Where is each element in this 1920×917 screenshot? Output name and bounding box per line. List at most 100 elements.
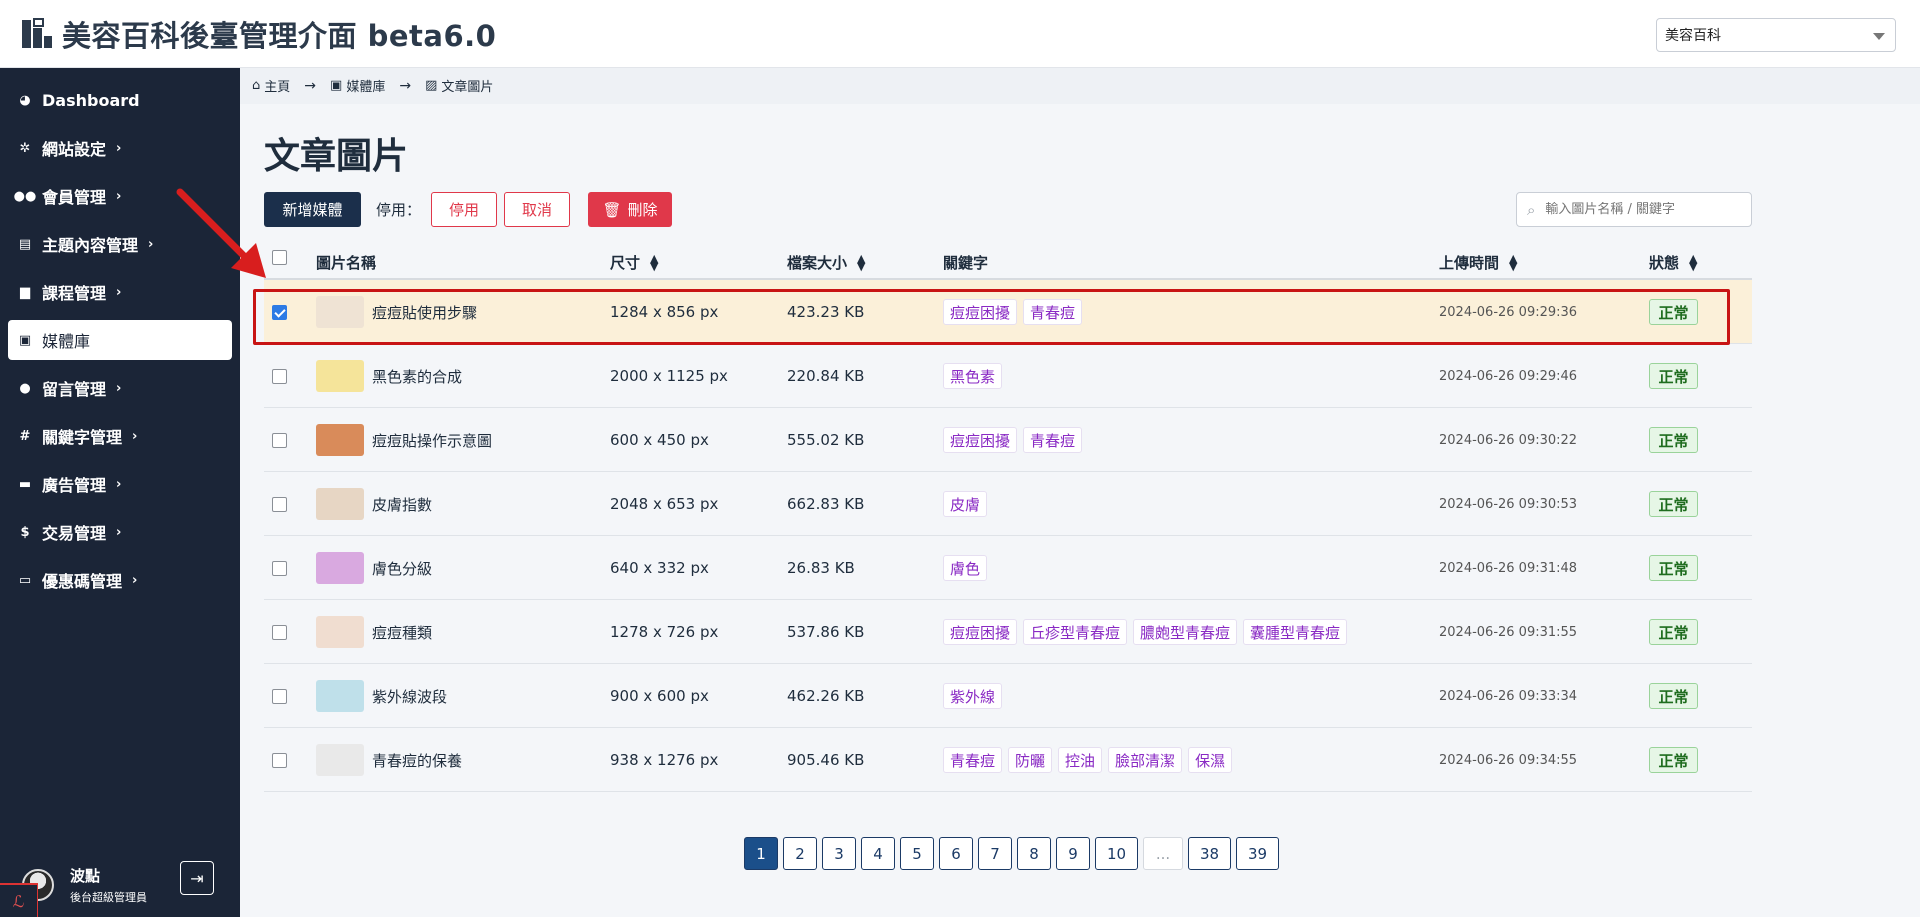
- row-checkbox[interactable]: [272, 472, 287, 536]
- checkbox[interactable]: [272, 368, 287, 384]
- sidebar-item-keywords[interactable]: # 關鍵字管理 ›: [8, 416, 232, 456]
- page-button[interactable]: 7: [978, 837, 1012, 870]
- checkbox[interactable]: [272, 560, 287, 576]
- page-button[interactable]: 3: [822, 837, 856, 870]
- status-badge[interactable]: 正常: [1649, 683, 1698, 709]
- keyword-tag[interactable]: 臉部清潔: [1108, 747, 1183, 773]
- row-checkbox[interactable]: [272, 280, 287, 344]
- keyword-tag[interactable]: 黑色素: [943, 363, 1003, 389]
- checkbox[interactable]: [272, 688, 287, 704]
- table-row[interactable]: 膚色分級 640 x 332 px 26.83 KB 膚色 2024-06-26…: [264, 536, 1752, 600]
- checkbox[interactable]: [272, 496, 287, 512]
- search-input[interactable]: [1545, 202, 1736, 217]
- breadcrumb-home[interactable]: ⌂ 主頁: [252, 76, 290, 95]
- breadcrumb-media-library[interactable]: ▣ 媒體庫: [330, 76, 385, 95]
- row-checkbox[interactable]: [272, 408, 287, 472]
- keyword-tag[interactable]: 皮膚: [943, 491, 988, 517]
- search-box[interactable]: ⌕: [1516, 192, 1752, 227]
- image-thumbnail[interactable]: [316, 360, 364, 392]
- image-thumbnail[interactable]: [316, 296, 364, 328]
- cancel-button[interactable]: 取消: [504, 192, 571, 227]
- row-checkbox[interactable]: [272, 728, 287, 792]
- col-filesize[interactable]: 檔案大小 ▲ ▼: [787, 252, 865, 273]
- image-thumbnail[interactable]: [316, 680, 364, 712]
- sidebar-item-dashboard[interactable]: ◕ Dashboard: [8, 80, 232, 120]
- table-row[interactable]: 青春痘的保養 938 x 1276 px 905.46 KB 青春痘 防曬 控油 臉部…: [264, 728, 1752, 792]
- table-row[interactable]: 痘痘種類 1278 x 726 px 537.86 KB 痘痘困擾 丘疹型青春痘膿…: [264, 600, 1752, 664]
- checkbox[interactable]: [272, 752, 287, 768]
- image-thumbnail[interactable]: [316, 424, 364, 456]
- sidebar-item-transactions[interactable]: $ 交易管理 ›: [8, 512, 232, 552]
- sidebar-item-media-library[interactable]: ▣ 媒體庫: [8, 320, 232, 360]
- col-size[interactable]: 尺寸 ▲ ▼: [610, 252, 658, 273]
- brand[interactable]: 美容百科後臺管理介面 beta6.0: [22, 13, 496, 55]
- page-button[interactable]: 8: [1017, 837, 1051, 870]
- keyword-tag[interactable]: 青春痘: [1023, 299, 1083, 325]
- page-button[interactable]: 9: [1056, 837, 1090, 870]
- keyword-tag[interactable]: 囊腫型青春痘: [1243, 619, 1348, 645]
- row-checkbox[interactable]: [272, 600, 287, 664]
- sidebar-item-ads[interactable]: ▬ 廣告管理 ›: [8, 464, 232, 504]
- row-checkbox[interactable]: [272, 344, 287, 408]
- disable-button[interactable]: 停用: [431, 192, 498, 227]
- table-row[interactable]: 黑色素的合成 2000 x 1125 px 220.84 KB 黑色素 2024…: [264, 344, 1752, 408]
- table-row[interactable]: 紫外線波段 900 x 600 px 462.26 KB 紫外線 2024-06…: [264, 664, 1752, 728]
- row-name-cell[interactable]: 痘痘貼操作示意圖: [316, 408, 492, 472]
- keyword-tag[interactable]: 痘痘困擾: [943, 299, 1018, 325]
- status-badge[interactable]: 正常: [1649, 427, 1698, 453]
- page-button[interactable]: 2: [783, 837, 817, 870]
- table-row[interactable]: 痘痘貼操作示意圖 600 x 450 px 555.02 KB 痘痘困擾 青春痘 …: [264, 408, 1752, 472]
- row-name-cell[interactable]: 黑色素的合成: [316, 344, 462, 408]
- page-button[interactable]: 6: [939, 837, 973, 870]
- col-status[interactable]: 狀態 ▲ ▼: [1649, 252, 1697, 273]
- delete-button[interactable]: 🗑 刪除: [588, 192, 673, 227]
- logout-button[interactable]: ⇥: [180, 861, 214, 895]
- keyword-tag[interactable]: 控油: [1058, 747, 1103, 773]
- status-badge[interactable]: 正常: [1649, 491, 1698, 517]
- add-media-button[interactable]: 新增媒體: [264, 192, 361, 227]
- page-button[interactable]: 4: [861, 837, 895, 870]
- status-badge[interactable]: 正常: [1649, 555, 1698, 581]
- keyword-tag[interactable]: 丘疹型青春痘: [1023, 619, 1128, 645]
- status-badge[interactable]: 正常: [1649, 619, 1698, 645]
- keyword-tag[interactable]: 痘痘困擾: [943, 619, 1018, 645]
- breadcrumb-article-images[interactable]: ▨ 文章圖片: [425, 76, 493, 95]
- keyword-tag[interactable]: 保濕: [1188, 747, 1233, 773]
- keyword-tag[interactable]: 青春痘: [1023, 427, 1083, 453]
- page-button[interactable]: 38: [1188, 837, 1231, 870]
- page-button[interactable]: 1: [744, 837, 778, 870]
- sidebar-item-site-settings[interactable]: ✲ 網站設定 ›: [8, 128, 232, 168]
- keyword-tag[interactable]: 膿皰型青春痘: [1133, 619, 1238, 645]
- table-row[interactable]: 痘痘貼使用步驟 1284 x 856 px 423.23 KB 痘痘困擾 青春痘 …: [264, 280, 1752, 344]
- keyword-tag[interactable]: 膚色: [943, 555, 988, 581]
- table-row[interactable]: 皮膚指數 2048 x 653 px 662.83 KB 皮膚 2024-06-…: [264, 472, 1752, 536]
- page-button[interactable]: 10: [1095, 837, 1138, 870]
- row-name-cell[interactable]: 皮膚指數: [316, 472, 432, 536]
- row-checkbox[interactable]: [272, 536, 287, 600]
- row-name-cell[interactable]: 痘痘貼使用步驟: [316, 280, 477, 344]
- keyword-tag[interactable]: 青春痘: [943, 747, 1003, 773]
- col-uploaded[interactable]: 上傳時間 ▲ ▼: [1439, 252, 1517, 273]
- row-name-cell[interactable]: 膚色分級: [316, 536, 432, 600]
- status-badge[interactable]: 正常: [1649, 747, 1698, 773]
- checkbox[interactable]: [272, 432, 287, 448]
- row-name-cell[interactable]: 青春痘的保養: [316, 728, 462, 792]
- image-thumbnail[interactable]: [316, 488, 364, 520]
- status-badge[interactable]: 正常: [1649, 299, 1698, 325]
- sidebar-item-coupons[interactable]: ▭ 優惠碼管理 ›: [8, 560, 232, 600]
- keyword-tag[interactable]: 痘痘困擾: [943, 427, 1018, 453]
- image-thumbnail[interactable]: [316, 744, 364, 776]
- row-name-cell[interactable]: 痘痘種類: [316, 600, 432, 664]
- page-button[interactable]: 5: [900, 837, 934, 870]
- sidebar-item-comments[interactable]: ● 留言管理 ›: [8, 368, 232, 408]
- site-select[interactable]: 美容百科: [1656, 18, 1896, 52]
- status-badge[interactable]: 正常: [1649, 363, 1698, 389]
- page-button[interactable]: 39: [1236, 837, 1279, 870]
- row-name-cell[interactable]: 紫外線波段: [316, 664, 447, 728]
- row-checkbox[interactable]: [272, 664, 287, 728]
- image-thumbnail[interactable]: [316, 552, 364, 584]
- checkbox[interactable]: [272, 624, 287, 640]
- keyword-tag[interactable]: 防曬: [1008, 747, 1053, 773]
- checkbox[interactable]: [272, 304, 287, 320]
- keyword-tag[interactable]: 紫外線: [943, 683, 1003, 709]
